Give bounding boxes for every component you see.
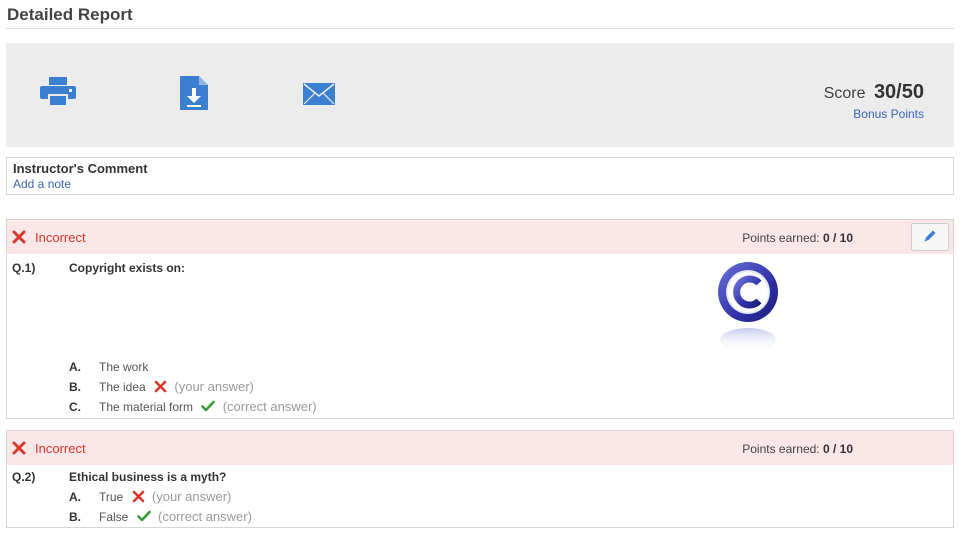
status-label: Incorrect bbox=[35, 230, 86, 245]
incorrect-x-icon bbox=[12, 441, 26, 460]
score-panel: Score 30/50 Bonus Points bbox=[824, 81, 924, 121]
your-answer-note: (your answer) bbox=[151, 489, 232, 504]
option-letter: B. bbox=[69, 380, 81, 394]
bonus-points-link[interactable]: Bonus Points bbox=[824, 107, 924, 121]
question-card-2: Incorrect Points earned: 0 / 10 Q.2) Eth… bbox=[6, 430, 954, 528]
question-card-1: Incorrect Points earned: 0 / 10 Q.1) Cop… bbox=[6, 219, 954, 419]
correct-check-icon bbox=[201, 400, 216, 415]
answer-option: A. The work bbox=[69, 360, 148, 374]
option-text: The material form bbox=[99, 400, 194, 414]
status-label: Incorrect bbox=[35, 441, 86, 456]
question-status-bar: Incorrect Points earned: 0 / 10 bbox=[7, 220, 953, 254]
option-text: The idea bbox=[99, 380, 146, 394]
question-number: Q.2) bbox=[12, 470, 36, 484]
answer-option: B. The idea (your answer) bbox=[69, 379, 254, 396]
report-toolbar: Score 30/50 Bonus Points bbox=[6, 43, 954, 147]
title-divider bbox=[6, 28, 954, 29]
incorrect-x-icon bbox=[12, 230, 26, 249]
option-letter: C. bbox=[69, 400, 81, 414]
points-label: Points earned: bbox=[742, 231, 820, 245]
points-earned: Points earned: 0 / 10 bbox=[742, 231, 853, 245]
printer-icon[interactable] bbox=[40, 77, 76, 112]
correct-answer-note: (correct answer) bbox=[222, 399, 317, 414]
correct-check-icon bbox=[136, 510, 151, 525]
envelope-icon[interactable] bbox=[303, 83, 335, 110]
question-text: Ethical business is a myth? bbox=[69, 470, 227, 484]
option-letter: A. bbox=[69, 360, 81, 374]
page-title: Detailed Report bbox=[7, 5, 133, 24]
correct-answer-note: (correct answer) bbox=[158, 509, 252, 524]
copyright-symbol-image bbox=[715, 256, 785, 361]
answer-option: A. True (your answer) bbox=[69, 489, 231, 506]
download-file-icon[interactable] bbox=[180, 76, 208, 115]
option-text: False bbox=[99, 510, 129, 524]
option-letter: A. bbox=[69, 490, 81, 504]
answer-option: C. The material form (correct answer) bbox=[69, 399, 317, 415]
instructor-comment-title: Instructor's Comment bbox=[13, 161, 148, 176]
score-value: 30/50 bbox=[873, 81, 924, 103]
question-status-bar: Incorrect Points earned: 0 / 10 bbox=[7, 431, 953, 465]
add-note-link[interactable]: Add a note bbox=[13, 177, 71, 191]
your-answer-note: (your answer) bbox=[174, 379, 254, 394]
option-text: True bbox=[99, 490, 124, 504]
edit-button[interactable] bbox=[911, 223, 949, 251]
score-label: Score bbox=[823, 85, 866, 102]
points-value: 0 / 10 bbox=[822, 442, 853, 456]
wrong-x-icon bbox=[132, 490, 145, 506]
answer-option: B. False (correct answer) bbox=[69, 509, 252, 525]
option-text: The work bbox=[99, 360, 149, 374]
question-text: Copyright exists on: bbox=[69, 261, 186, 275]
option-letter: B. bbox=[69, 510, 81, 524]
wrong-x-icon bbox=[154, 380, 167, 396]
points-value: 0 / 10 bbox=[822, 231, 853, 245]
points-label: Points earned: bbox=[742, 442, 820, 456]
points-earned: Points earned: 0 / 10 bbox=[742, 442, 853, 456]
instructor-comment-panel: Instructor's Comment Add a note bbox=[6, 157, 954, 195]
question-number: Q.1) bbox=[12, 261, 36, 275]
